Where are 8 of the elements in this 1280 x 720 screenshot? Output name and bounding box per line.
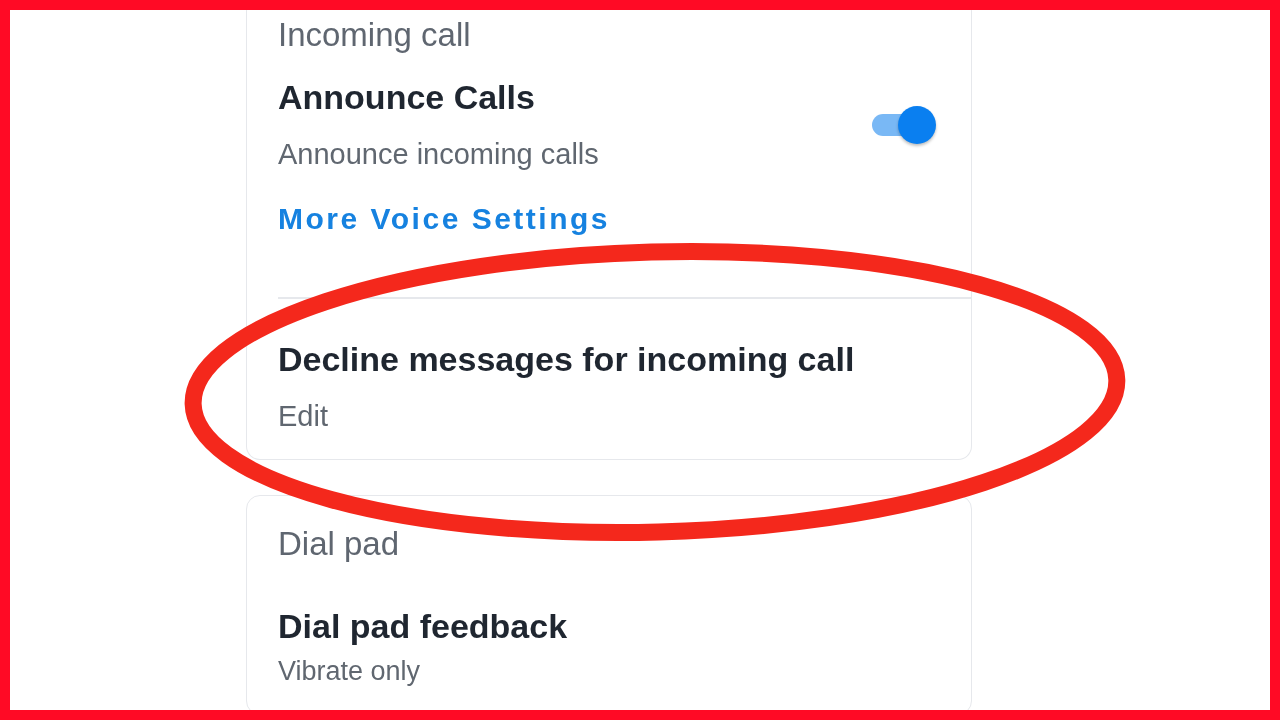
- settings-item[interactable]: Decline messages for incoming call Edit: [278, 338, 940, 433]
- section-header: Dial pad: [278, 524, 400, 564]
- section-header: Incoming call: [278, 15, 471, 55]
- settings-item[interactable]: Dial pad feedback Vibrate only: [278, 606, 940, 688]
- toggle-switch[interactable]: [870, 104, 936, 144]
- settings-link[interactable]: More Voice Settings: [278, 201, 610, 237]
- setting-description: Announce incoming calls: [278, 137, 599, 171]
- setting-title: Announce Calls: [278, 77, 535, 117]
